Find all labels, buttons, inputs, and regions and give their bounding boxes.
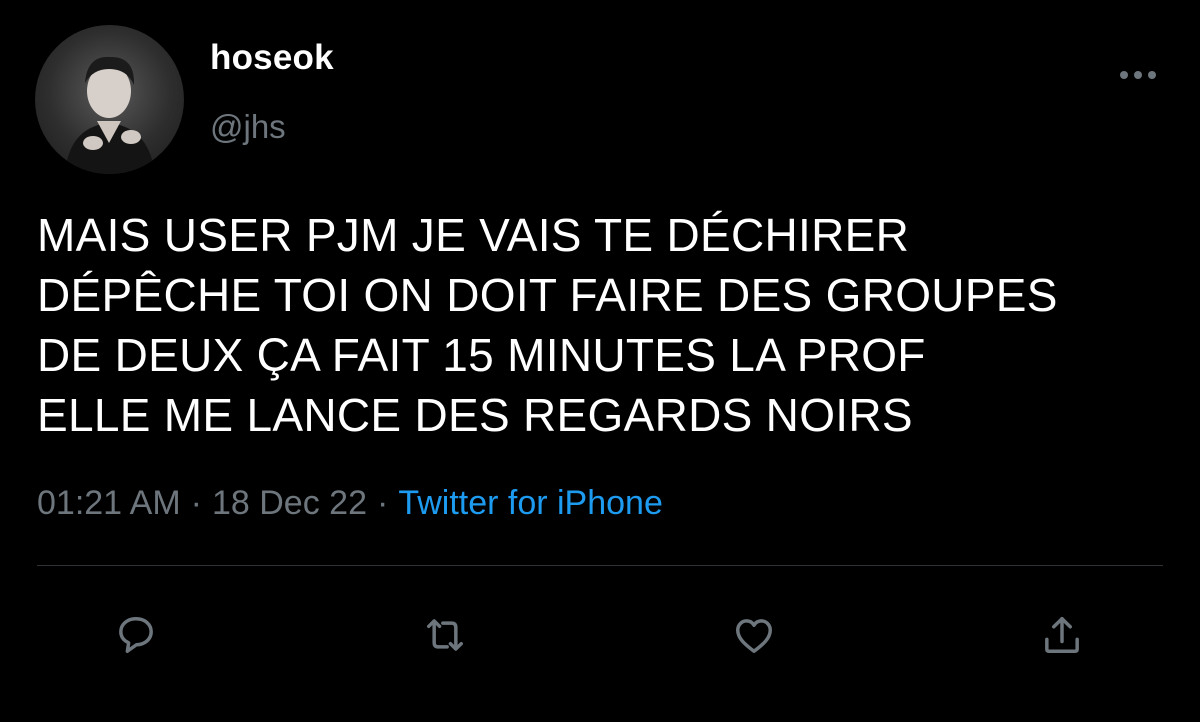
tweet-text-line: ELLE ME LANCE DES REGARDS NOIRS (37, 389, 913, 441)
more-dot-icon (1134, 71, 1142, 79)
avatar-photo (65, 56, 155, 174)
tweet-card: hoseok @jhs MAIS USER PJM JE VAIS TE DÉC… (0, 0, 1200, 722)
divider (37, 565, 1163, 566)
tweet-text-line: DE DEUX ÇA FAIT 15 MINUTES LA PROF (37, 329, 926, 381)
reply-button[interactable] (106, 605, 166, 665)
avatar[interactable] (35, 25, 184, 174)
tweet-text-line: MAIS USER PJM JE VAIS TE DÉCHIRER (37, 209, 910, 261)
tweet-meta: 01:21 AM · 18 Dec 22 · Twitter for iPhone (37, 484, 663, 523)
tweet-text-line: DÉPÊCHE TOI ON DOIT FAIRE DES GROUPES (37, 269, 1058, 321)
author-handle[interactable]: @jhs (210, 108, 286, 146)
tweet-actions-bar (0, 605, 1200, 665)
meta-separator: · (190, 484, 202, 522)
tweet-time: 01:21 AM (37, 484, 181, 522)
tweet-date: 18 Dec 22 (211, 484, 367, 522)
more-dot-icon (1148, 71, 1156, 79)
meta-separator: · (376, 484, 389, 522)
tweet-source-link[interactable]: Twitter for iPhone (398, 484, 663, 522)
more-dot-icon (1120, 71, 1128, 79)
retweet-button[interactable] (415, 605, 475, 665)
tweet-text: MAIS USER PJM JE VAIS TE DÉCHIRER DÉPÊCH… (37, 205, 1167, 445)
retweet-arrows-icon (427, 619, 463, 651)
share-upload-icon (1045, 617, 1079, 653)
author-display-name[interactable]: hoseok (210, 38, 334, 78)
more-options-button[interactable] (1110, 58, 1166, 92)
heart-icon (736, 619, 772, 653)
speech-bubble-icon (119, 617, 153, 653)
share-button[interactable] (1032, 605, 1092, 665)
like-button[interactable] (724, 605, 784, 665)
